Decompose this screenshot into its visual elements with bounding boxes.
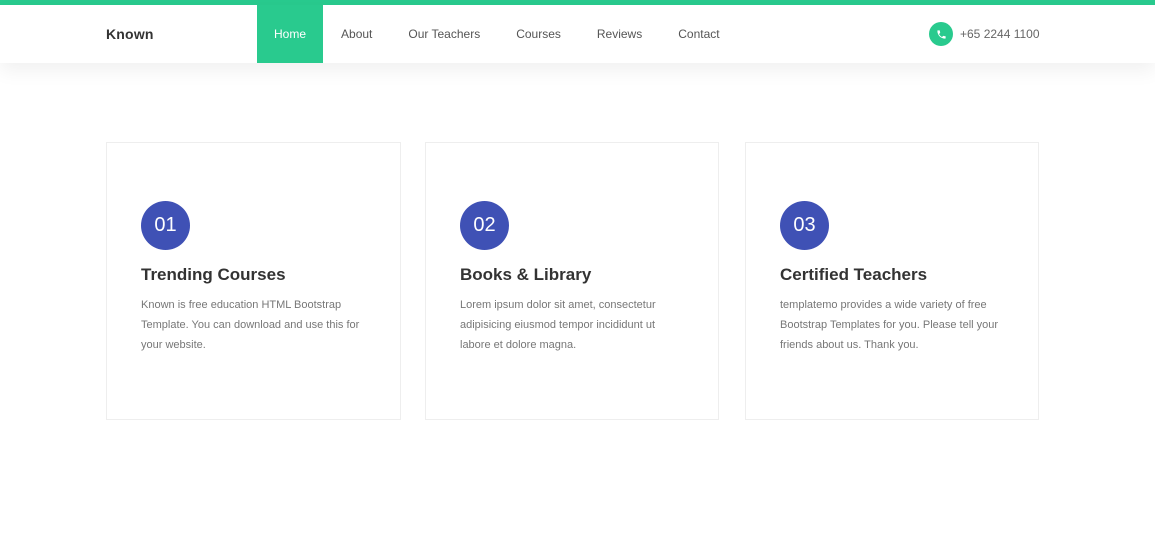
- feature-number-badge: 01: [141, 201, 190, 250]
- nav-link-courses[interactable]: Courses: [498, 5, 579, 63]
- nav-link-about[interactable]: About: [323, 5, 390, 63]
- navbar: Known Home About Our Teachers Courses Re…: [0, 5, 1155, 63]
- feature-title: Trending Courses: [141, 265, 286, 284]
- phone-icon: [929, 22, 953, 46]
- feature-title: Certified Teachers: [780, 265, 928, 284]
- feature-title: Books & Library: [460, 265, 592, 284]
- feature-number-badge: 02: [460, 201, 509, 250]
- feature-description: templatemo provides a wide variety of fr…: [780, 299, 999, 351]
- phone-number: +65 2244 1100: [960, 27, 1040, 41]
- feature-card-books-library: 02 Books & Library Lorem ipsum dolor sit…: [425, 142, 719, 420]
- phone-contact[interactable]: +65 2244 1100: [929, 22, 1040, 46]
- feature-number-badge: 03: [780, 201, 829, 250]
- feature-card-certified-teachers: 03 Certified Teachers templatemo provide…: [745, 142, 1039, 420]
- nav-link-our-teachers[interactable]: Our Teachers: [390, 5, 498, 63]
- feature-description: Lorem ipsum dolor sit amet, consectetur …: [460, 299, 656, 351]
- nav-link-contact[interactable]: Contact: [660, 5, 737, 63]
- nav-link-reviews[interactable]: Reviews: [579, 5, 660, 63]
- feature-description: Known is free education HTML Bootstrap T…: [141, 299, 360, 351]
- feature-card-trending-courses: 01 Trending Courses Known is free educat…: [106, 142, 401, 420]
- brand-logo[interactable]: Known: [106, 26, 154, 42]
- nav-link-home[interactable]: Home: [257, 5, 324, 63]
- nav-menu: Home About Our Teachers Courses Reviews …: [257, 5, 738, 63]
